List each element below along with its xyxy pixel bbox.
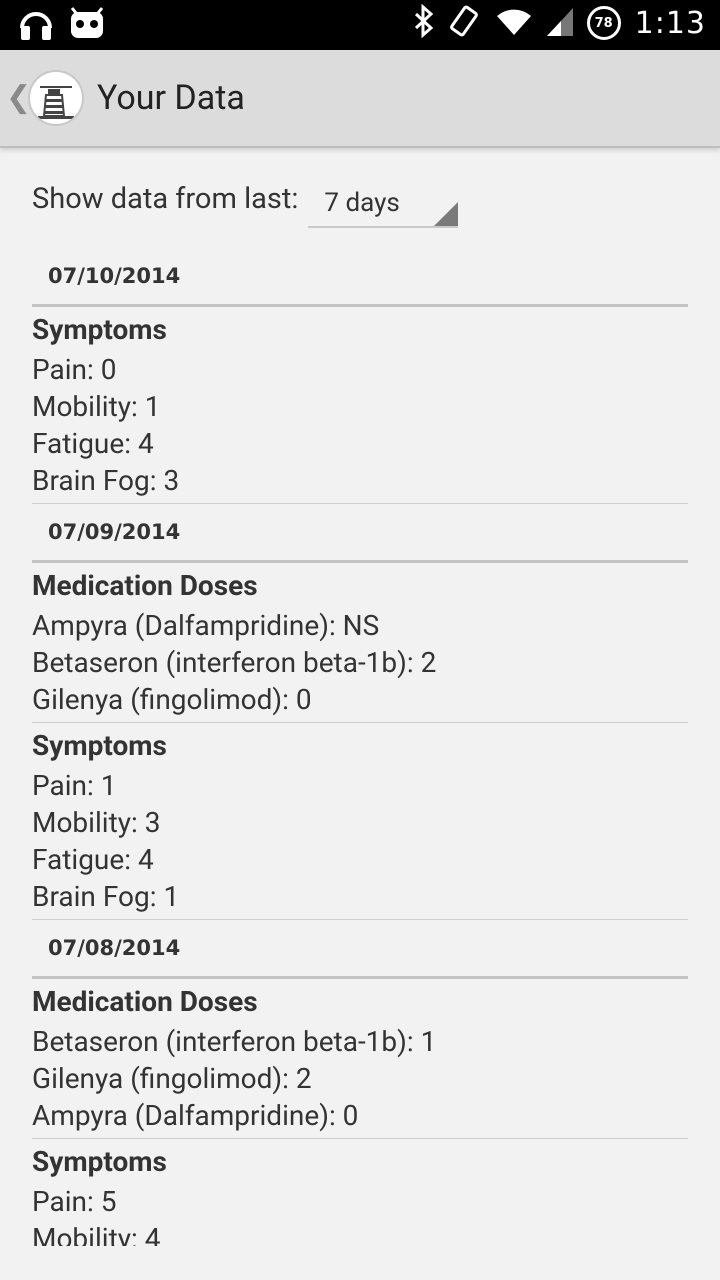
filter-label: Show data from last: — [32, 182, 299, 216]
list-item: Gilenya (fingolimod): 2 — [32, 1062, 312, 1095]
list-item: Betaseron (interferon beta-1b): 2 — [32, 646, 437, 679]
android-icon — [68, 6, 106, 46]
battery-icon: 78 — [586, 6, 621, 40]
content-area[interactable]: Show data from last: 7 days 07/10/2014 S… — [0, 148, 720, 1246]
time-filter: Show data from last: 7 days — [32, 182, 459, 228]
list-item: Pain: 1 — [32, 769, 117, 802]
section-title: Medication Doses — [32, 569, 258, 602]
list-item: Mobility: 1 — [32, 390, 161, 423]
medication-section: Medication Doses Ampyra (Dalfampridine):… — [32, 563, 688, 723]
clock: 1:13 — [634, 5, 706, 41]
list-item: Fatigue: 4 — [32, 427, 154, 460]
screen-title: Your Data — [97, 78, 245, 118]
action-bar: ❮ Your Data — [0, 50, 720, 148]
list-item: Betaseron (interferon beta-1b): 1 — [32, 1025, 437, 1058]
wifi-icon — [495, 6, 533, 40]
status-bar: 78 1:13 — [0, 0, 720, 50]
list-item: Fatigue: 4 — [32, 843, 154, 876]
section-title: Medication Doses — [32, 985, 258, 1018]
list-item: Ampyra (Dalfampridine): 0 — [32, 1099, 359, 1132]
date-header: 07/08/2014 — [32, 920, 688, 979]
section-title: Symptoms — [32, 313, 167, 346]
symptoms-section: Symptoms Pain: 1 Mobility: 3 Fatigue: 4 … — [32, 723, 688, 920]
data-list: 07/10/2014 Symptoms Pain: 0 Mobility: 1 … — [32, 248, 688, 1246]
section-title: Symptoms — [32, 729, 167, 762]
lighthouse-logo-icon[interactable] — [28, 70, 84, 126]
signal-icon — [546, 6, 573, 40]
list-item: Mobility: 3 — [32, 806, 161, 839]
range-spinner[interactable]: 7 days — [308, 184, 459, 228]
date-header: 07/10/2014 — [32, 248, 688, 307]
list-item: Gilenya (fingolimod): 0 — [32, 683, 312, 716]
date-header: 07/09/2014 — [32, 504, 688, 563]
rotate-icon — [449, 4, 481, 42]
symptoms-section: Symptoms Pain: 0 Mobility: 1 Fatigue: 4 … — [32, 307, 688, 504]
range-spinner-value: 7 days — [324, 188, 400, 218]
dropdown-arrow-icon — [434, 202, 459, 226]
list-item: Pain: 0 — [32, 353, 117, 386]
bluetooth-icon — [413, 3, 435, 42]
headphones-icon — [18, 6, 54, 46]
list-item: Brain Fog: 3 — [32, 464, 180, 497]
list-item: Brain Fog: 1 — [32, 880, 180, 913]
list-item: Mobility: 4 — [32, 1222, 161, 1246]
section-title: Symptoms — [32, 1145, 167, 1178]
list-item: Pain: 5 — [32, 1185, 117, 1218]
medication-section: Medication Doses Betaseron (interferon b… — [32, 979, 688, 1139]
symptoms-section: Symptoms Pain: 5 Mobility: 4 — [32, 1139, 688, 1246]
list-item: Ampyra (Dalfampridine): NS — [32, 609, 380, 642]
